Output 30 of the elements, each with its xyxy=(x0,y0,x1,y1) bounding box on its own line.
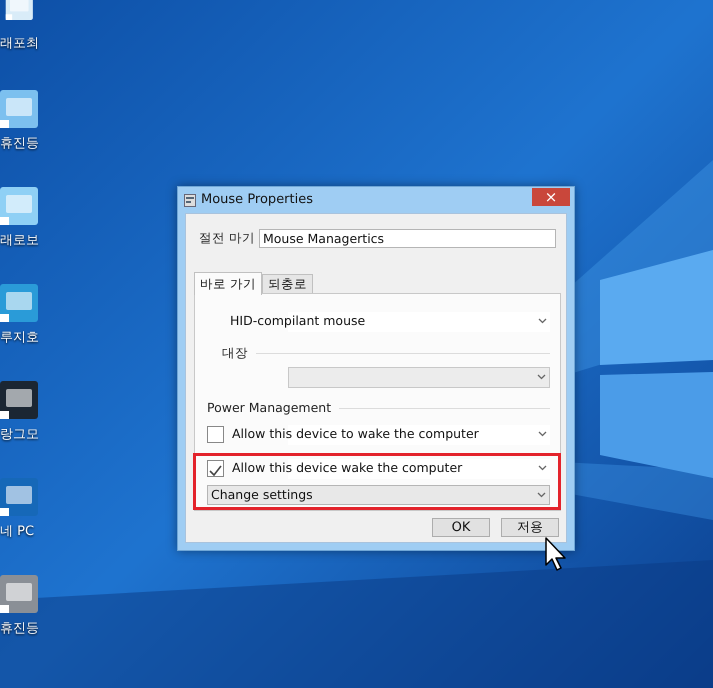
tab[interactable]: 바로 가기 xyxy=(194,272,262,295)
tab[interactable]: 되충로 xyxy=(262,274,313,294)
dropdown[interactable]: Allow this device wake the computer xyxy=(232,458,550,478)
icon-label[interactable]: 랑그모 xyxy=(0,427,39,443)
app-icon[interactable] xyxy=(0,88,40,130)
name-field[interactable]: Mouse Managertics xyxy=(258,229,556,248)
field-label: 절전 마기 xyxy=(199,229,255,248)
icon-label[interactable]: 래로보 xyxy=(0,233,39,249)
group-label: 대장 xyxy=(222,344,248,362)
window-title: Mouse Properties xyxy=(201,191,314,210)
dropdown[interactable]: HID-compilant mouse xyxy=(230,312,550,332)
icon-label[interactable]: 루지호 xyxy=(0,330,39,346)
close-button[interactable]: × xyxy=(532,188,570,206)
icon-label[interactable]: 휴진등 xyxy=(0,136,39,152)
app-icon[interactable] xyxy=(0,282,40,324)
checkbox[interactable] xyxy=(207,460,224,477)
cursor-icon xyxy=(545,537,567,572)
app-icon[interactable] xyxy=(0,573,40,615)
icon-label[interactable]: 래포최 xyxy=(0,36,39,52)
icon-label[interactable]: 네 PC xyxy=(0,524,34,540)
icon-label[interactable]: 휴진등 xyxy=(0,621,39,637)
group-label: Power Management xyxy=(207,398,332,417)
dropdown[interactable]: Change settings xyxy=(207,484,550,504)
dialog-button[interactable]: 저용 xyxy=(501,518,559,537)
window-icon xyxy=(184,194,196,206)
dialog-button[interactable]: OK xyxy=(432,518,490,537)
app-icon[interactable] xyxy=(0,379,40,421)
app-icon[interactable] xyxy=(0,185,40,227)
checkbox[interactable] xyxy=(207,426,224,443)
dropdown[interactable]: Allow this device to wake the computer xyxy=(232,424,550,444)
